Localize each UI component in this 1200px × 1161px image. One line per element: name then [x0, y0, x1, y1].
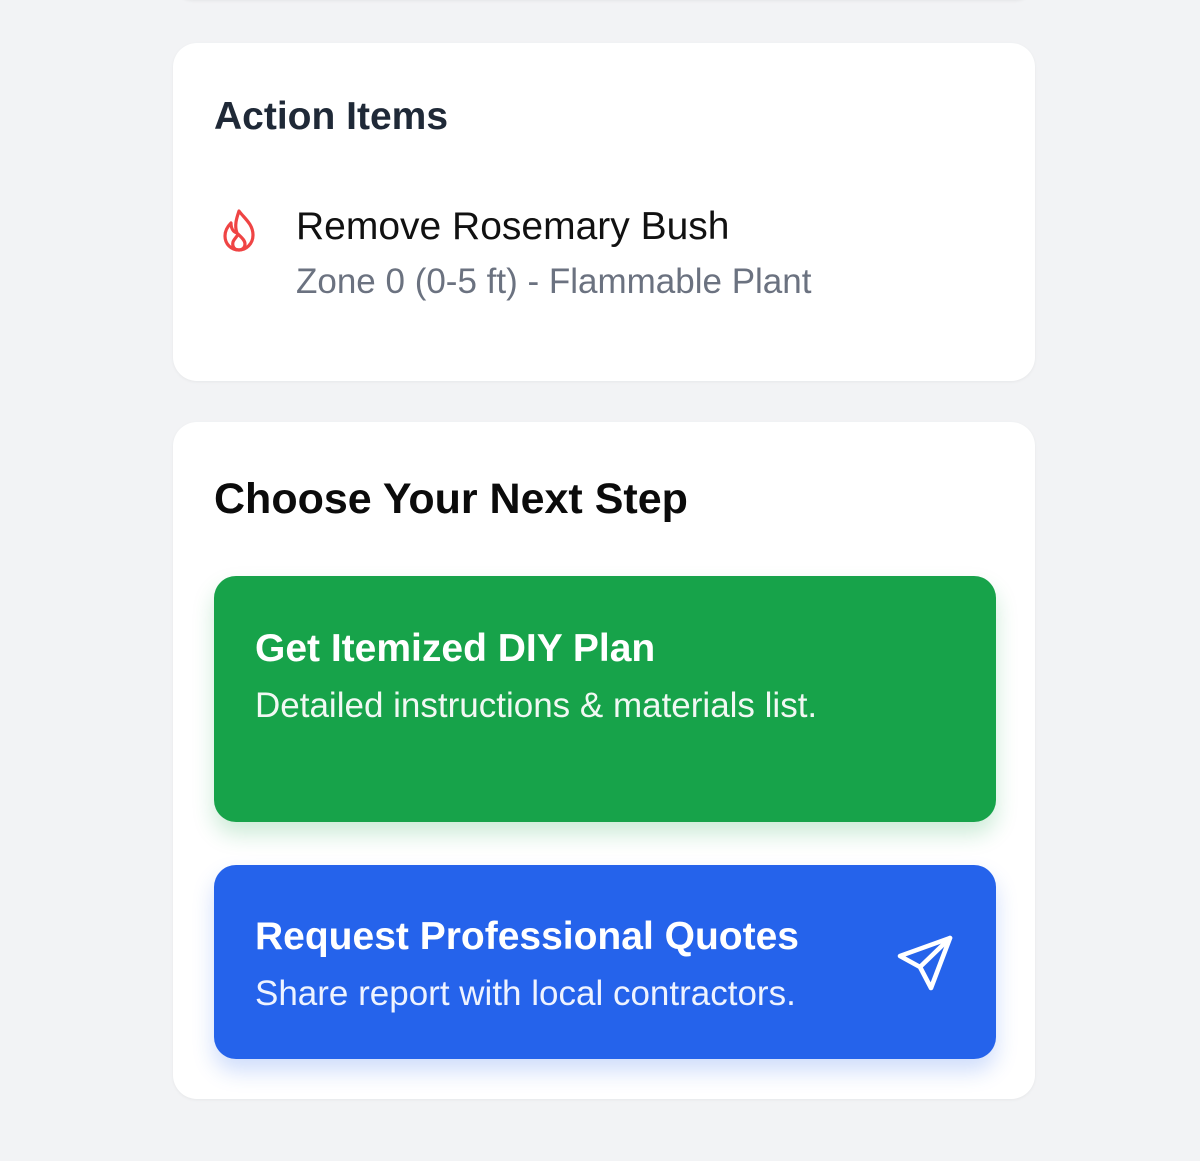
next-step-card: Choose Your Next Step Get Itemized DIY P…	[173, 422, 1035, 1099]
professional-quotes-subtitle: Share report with local contractors.	[255, 974, 796, 1013]
diy-plan-subtitle: Detailed instructions & materials list.	[255, 686, 818, 725]
professional-quotes-title: Request Professional Quotes	[255, 915, 799, 958]
action-items-title: Action Items	[214, 95, 449, 138]
diy-plan-title: Get Itemized DIY Plan	[255, 627, 656, 670]
diy-plan-button[interactable]: Get Itemized DIY Plan Detailed instructi…	[214, 576, 996, 822]
professional-quotes-button[interactable]: Request Professional Quotes Share report…	[214, 865, 996, 1059]
action-item[interactable]: Remove Rosemary Bush Zone 0 (0-5 ft) - F…	[214, 205, 974, 305]
action-item-title: Remove Rosemary Bush	[296, 205, 730, 248]
action-item-subtitle: Zone 0 (0-5 ft) - Flammable Plant	[296, 262, 812, 301]
next-step-title: Choose Your Next Step	[214, 475, 688, 523]
page: Action Items Remove Rosemary Bush Zone 0…	[0, 0, 1200, 1161]
action-items-card: Action Items Remove Rosemary Bush Zone 0…	[173, 43, 1035, 381]
flame-icon	[220, 207, 258, 253]
send-icon	[894, 932, 956, 994]
